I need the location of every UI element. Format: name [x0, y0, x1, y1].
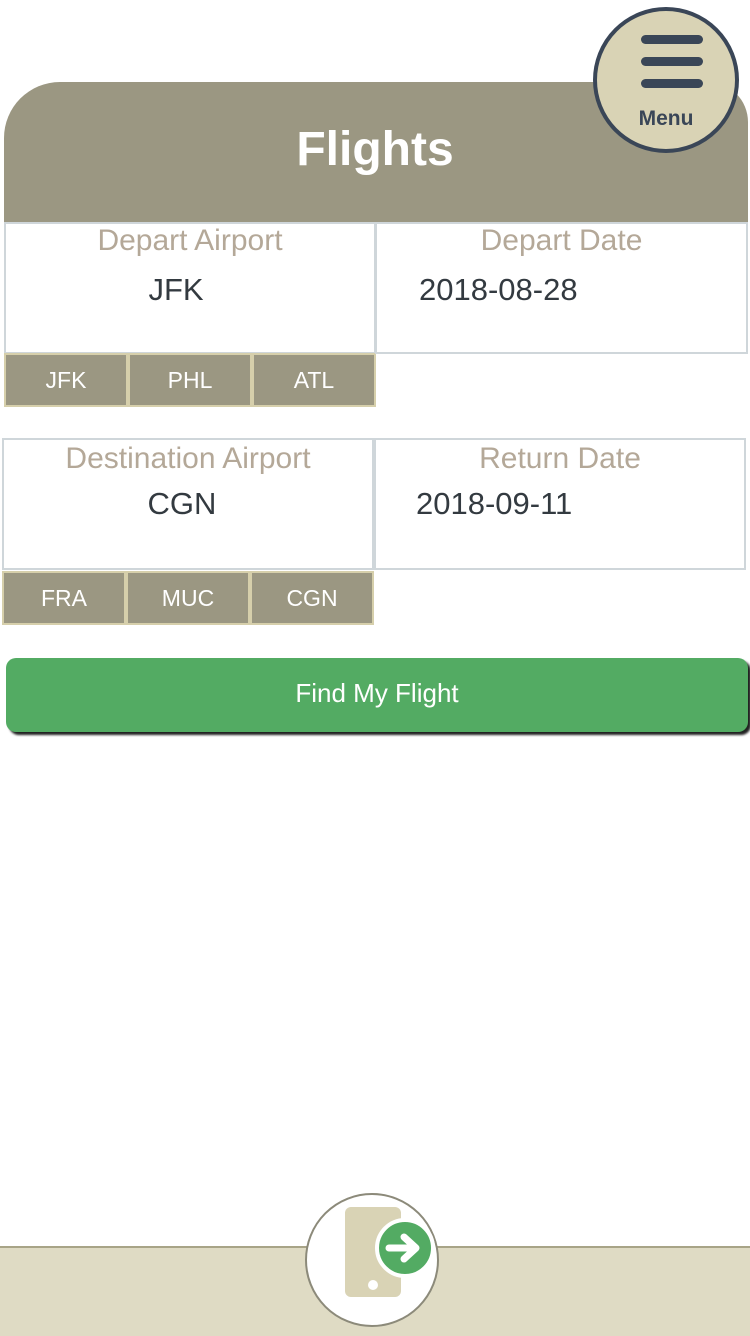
depart-chip-phl[interactable]: PHL: [128, 353, 252, 407]
destination-chip-cgn[interactable]: CGN: [250, 571, 374, 625]
depart-date-label: Depart Date: [480, 224, 643, 257]
menu-button[interactable]: Menu: [593, 7, 739, 153]
return-date-field[interactable]: Return Date 2018-09-11: [374, 438, 746, 570]
destination-airport-field[interactable]: Destination Airport CGN: [2, 438, 374, 570]
phone-exit-icon: [345, 1207, 435, 1297]
destination-chip-muc[interactable]: MUC: [126, 571, 250, 625]
destination-chip-fra[interactable]: FRA: [2, 571, 126, 625]
exit-fab-button[interactable]: [305, 1193, 439, 1327]
depart-airport-field[interactable]: Depart Airport JFK: [4, 222, 376, 354]
depart-date-value: 2018-08-28: [419, 272, 578, 307]
hamburger-icon: [641, 35, 703, 101]
depart-airport-label: Depart Airport: [97, 224, 283, 257]
depart-chip-jfk[interactable]: JFK: [4, 353, 128, 407]
destination-airport-label: Destination Airport: [65, 442, 311, 475]
return-date-value: 2018-09-11: [416, 486, 573, 521]
find-my-flight-button[interactable]: Find My Flight: [6, 658, 748, 732]
return-date-label: Return Date: [479, 442, 641, 475]
depart-date-field[interactable]: Depart Date 2018-08-28: [375, 222, 748, 354]
destination-airport-value: CGN: [147, 486, 217, 521]
menu-label: Menu: [638, 107, 694, 130]
depart-chip-atl[interactable]: ATL: [252, 353, 376, 407]
depart-airport-value: JFK: [148, 272, 204, 307]
